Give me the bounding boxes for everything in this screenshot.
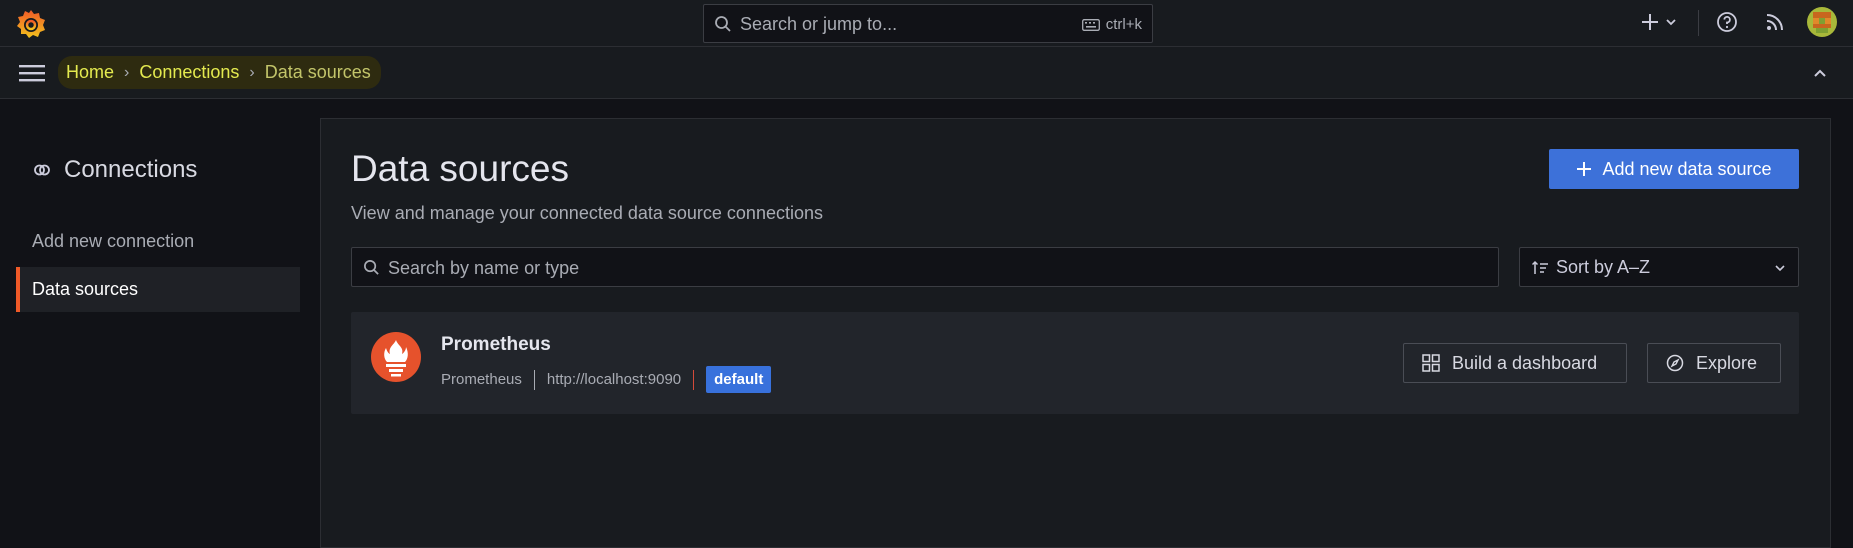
search-placeholder: Search by name or type [388,258,580,278]
breadcrumb-connections[interactable]: Connections [139,62,239,83]
toolbar-divider [1698,10,1699,36]
default-badge: default [706,366,772,393]
meta-divider [533,369,535,390]
menu-icon[interactable] [19,63,45,83]
top-bar: Search or jump to... ctrl+k [0,0,1853,47]
data-source-search-input[interactable]: Search by name or type [351,247,1499,287]
sort-select[interactable]: Sort by A–Z [1519,247,1799,287]
data-source-type: Prometheus [441,371,522,388]
plus-icon [1577,162,1592,176]
data-source-meta: Prometheus http://localhost:9090 default [441,366,772,393]
breadcrumb-bar: Home › Connections › Data sources [0,47,1853,99]
chevron-down-icon [1666,19,1676,26]
data-source-url: http://localhost:9090 [546,371,682,388]
breadcrumb-separator: › [249,63,255,81]
sidebar-title: Connections [64,156,198,183]
breadcrumb-home[interactable]: Home [66,62,114,83]
data-source-card[interactable]: Prometheus Prometheus http://localhost:9… [351,312,1799,414]
meta-divider [693,369,695,390]
new-menu-button[interactable] [1641,11,1681,33]
sort-value: Sort by A–Z [1556,257,1651,277]
chevron-up-icon[interactable] [1812,65,1828,81]
explore-button[interactable]: Explore [1647,343,1781,383]
connections-icon [34,164,50,176]
breadcrumb-separator: › [124,63,130,81]
page-subtitle: View and manage your connected data sour… [351,203,823,223]
build-dashboard-button[interactable]: Build a dashboard [1403,343,1627,383]
keyboard-icon [1081,18,1100,31]
global-search-input[interactable]: Search or jump to... ctrl+k [703,4,1153,43]
sidebar-item-data-sources[interactable]: Data sources [16,267,300,312]
search-icon [364,260,379,275]
data-source-name[interactable]: Prometheus [441,334,551,356]
add-new-data-source-button[interactable]: Add new data source [1549,149,1799,189]
sort-ascending-icon [1532,260,1548,274]
sidebar-section-title: Connections [32,156,197,184]
plus-icon [1642,14,1658,30]
help-icon[interactable] [1716,11,1738,33]
search-icon [715,16,731,32]
add-button-label: Add new data source [1602,158,1772,179]
page-title: Data sources [351,148,569,189]
build-dashboard-label: Build a dashboard [1452,352,1598,373]
chevron-down-icon [1775,265,1785,272]
shortcut-hint: ctrl+k [1081,16,1142,33]
user-avatar[interactable] [1807,7,1837,37]
explore-label: Explore [1696,352,1758,373]
news-rss-icon[interactable] [1764,11,1786,33]
grafana-logo-icon[interactable] [14,7,48,41]
apps-grid-icon [1422,354,1440,372]
sidebar-item-add-new-connection[interactable]: Add new connection [16,219,300,264]
breadcrumb-current: Data sources [264,62,371,82]
compass-icon [1666,354,1684,372]
sidebar-item-label: Data sources [32,279,139,299]
prometheus-icon [371,332,421,382]
sidebar-item-label: Add new connection [32,231,195,251]
search-placeholder: Search or jump to... [740,14,898,34]
shortcut-text: ctrl+k [1105,16,1142,33]
breadcrumb: Home › Connections › Data sources [58,56,381,89]
